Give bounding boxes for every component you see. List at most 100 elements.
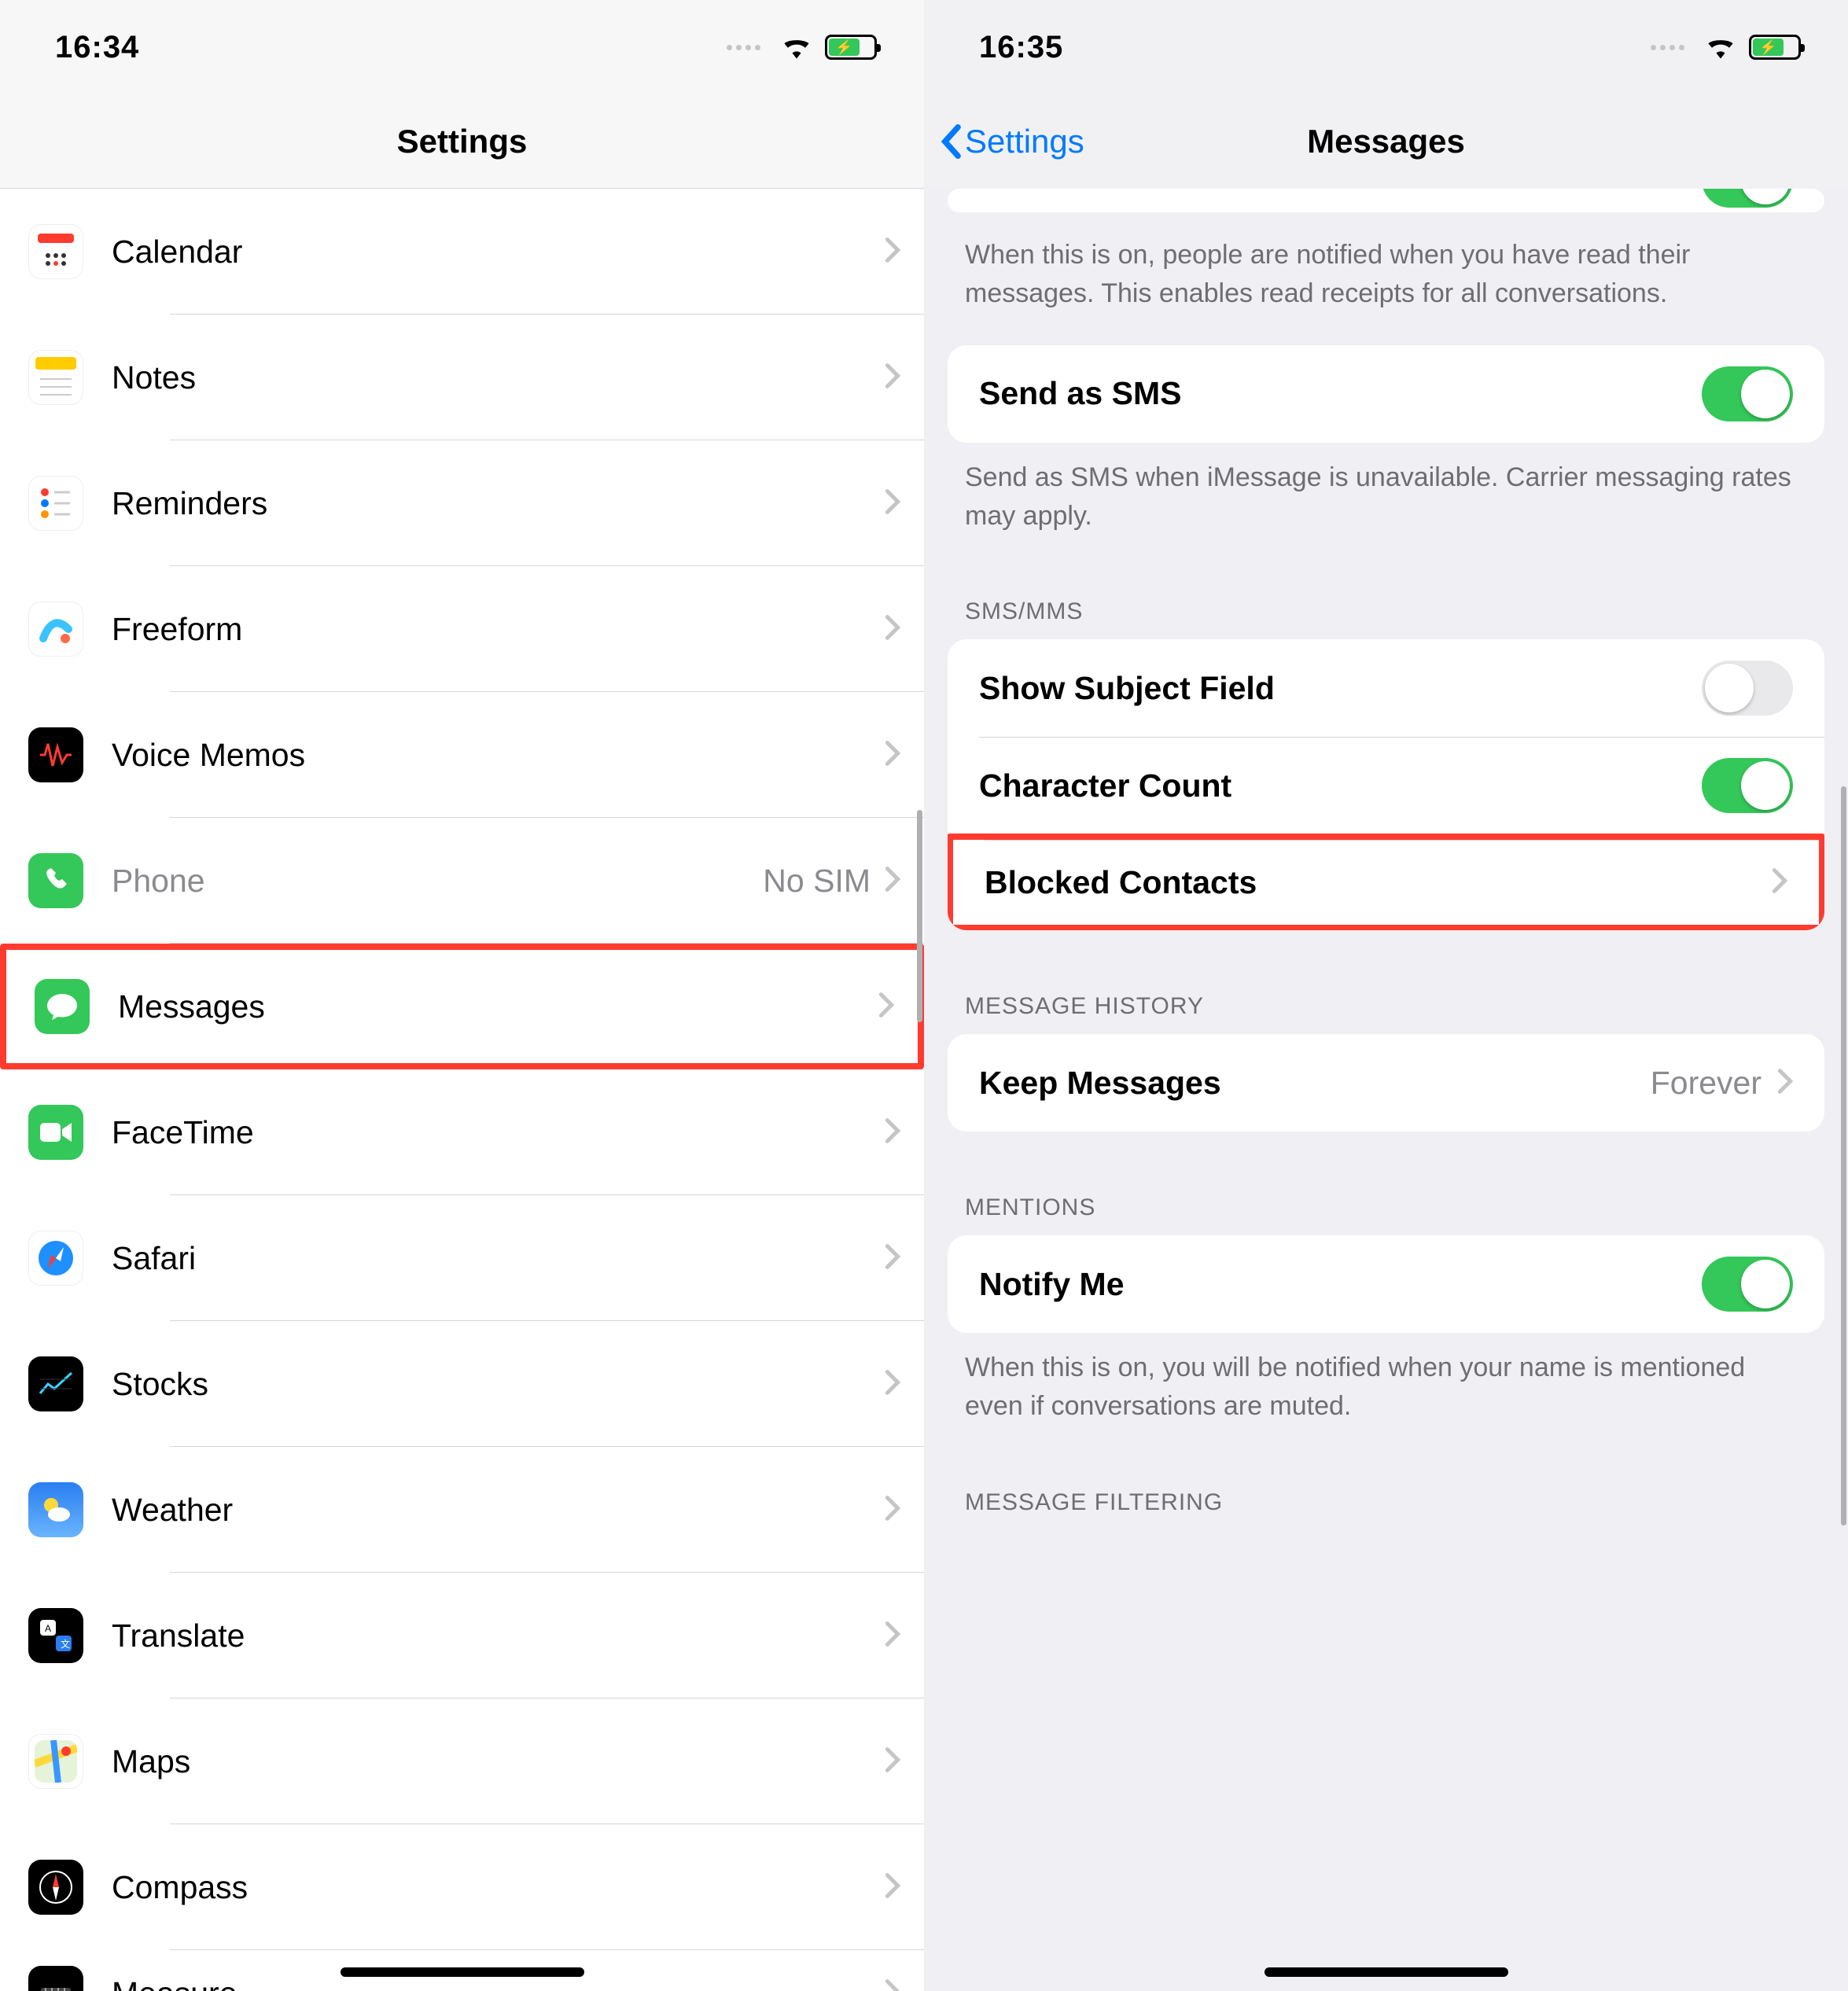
back-label: Settings bbox=[965, 123, 1084, 160]
row-calendar[interactable]: Calendar bbox=[0, 189, 924, 315]
chevron-right-icon bbox=[885, 866, 900, 896]
notes-icon bbox=[28, 350, 83, 405]
show-subject-toggle[interactable] bbox=[1702, 661, 1793, 716]
send-as-sms-card: Send as SMS bbox=[948, 345, 1824, 443]
read-receipts-toggle-peek bbox=[948, 189, 1824, 212]
svg-text:A: A bbox=[45, 1623, 51, 1634]
back-button[interactable]: Settings bbox=[940, 123, 1084, 160]
row-messages[interactable]: Messages bbox=[0, 944, 924, 1069]
row-label: Notes bbox=[112, 359, 885, 396]
home-indicator[interactable] bbox=[341, 1967, 584, 1977]
chevron-right-icon bbox=[885, 488, 900, 519]
row-label: Compass bbox=[112, 1869, 885, 1906]
character-count-toggle[interactable] bbox=[1702, 758, 1793, 813]
chevron-right-icon bbox=[885, 1621, 900, 1651]
messages-settings-screen: 16:35 ⚡ Settings Messages When this is o… bbox=[924, 0, 1848, 1991]
row-keep-messages[interactable]: Keep Messages Forever bbox=[948, 1034, 1824, 1132]
chevron-right-icon bbox=[885, 1495, 900, 1525]
status-time: 16:35 bbox=[979, 30, 1063, 65]
mentions-card: Notify Me bbox=[948, 1235, 1824, 1333]
wifi-icon bbox=[779, 32, 814, 63]
status-bar: 16:34 ⚡ bbox=[0, 0, 924, 94]
measure-icon bbox=[28, 1966, 83, 1991]
chevron-right-icon bbox=[885, 1117, 900, 1148]
row-stocks[interactable]: Stocks bbox=[0, 1321, 924, 1447]
translate-icon: A文 bbox=[28, 1608, 83, 1663]
weather-icon bbox=[28, 1482, 83, 1537]
row-show-subject[interactable]: Show Subject Field bbox=[948, 639, 1824, 737]
row-label: Maps bbox=[112, 1743, 885, 1780]
row-label: Send as SMS bbox=[979, 375, 1702, 412]
notify-me-footer: When this is on, you will be notified wh… bbox=[924, 1333, 1848, 1458]
row-label: Blocked Contacts bbox=[985, 864, 1772, 901]
chevron-right-icon bbox=[1772, 867, 1787, 898]
svg-text:文: 文 bbox=[61, 1638, 70, 1650]
settings-list[interactable]: Calendar Notes Reminders F bbox=[0, 189, 924, 1991]
row-label: FaceTime bbox=[112, 1114, 885, 1151]
row-voice-memos[interactable]: Voice Memos bbox=[0, 692, 924, 818]
chevron-right-icon bbox=[885, 1369, 900, 1400]
page-title: Settings bbox=[397, 123, 528, 160]
row-reminders[interactable]: Reminders bbox=[0, 440, 924, 566]
row-label: Messages bbox=[118, 988, 878, 1025]
battery-icon: ⚡ bbox=[1749, 35, 1801, 60]
chevron-right-icon bbox=[878, 992, 894, 1022]
row-label: Weather bbox=[112, 1492, 885, 1529]
chevron-right-icon bbox=[1777, 1068, 1793, 1099]
row-freeform[interactable]: Freeform bbox=[0, 566, 924, 692]
scroll-indicator[interactable] bbox=[917, 810, 922, 1022]
freeform-icon bbox=[28, 602, 83, 657]
row-translate[interactable]: A文 Translate bbox=[0, 1573, 924, 1698]
voice-memos-icon bbox=[28, 727, 83, 782]
facetime-icon bbox=[28, 1105, 83, 1160]
row-maps[interactable]: Maps bbox=[0, 1698, 924, 1824]
history-card: Keep Messages Forever bbox=[948, 1034, 1824, 1132]
phone-icon bbox=[28, 853, 83, 908]
messages-icon bbox=[35, 979, 90, 1034]
chevron-right-icon bbox=[885, 1746, 900, 1777]
maps-icon bbox=[28, 1734, 83, 1789]
row-character-count[interactable]: Character Count bbox=[948, 737, 1824, 834]
scroll-indicator[interactable] bbox=[1841, 786, 1846, 1525]
calendar-icon bbox=[28, 224, 83, 279]
row-send-as-sms[interactable]: Send as SMS bbox=[948, 345, 1824, 443]
row-notify-me[interactable]: Notify Me bbox=[948, 1235, 1824, 1333]
chevron-right-icon bbox=[885, 1978, 900, 1991]
status-bar: 16:35 ⚡ bbox=[924, 0, 1848, 94]
row-label: Keep Messages bbox=[979, 1065, 1651, 1102]
row-label: Calendar bbox=[112, 234, 885, 270]
row-label: Phone bbox=[112, 863, 763, 900]
row-weather[interactable]: Weather bbox=[0, 1447, 924, 1573]
row-label: Stocks bbox=[112, 1366, 885, 1403]
row-facetime[interactable]: FaceTime bbox=[0, 1069, 924, 1195]
status-icons: ⚡ bbox=[727, 32, 877, 63]
messages-content[interactable]: When this is on, people are notified whe… bbox=[924, 189, 1848, 1991]
section-header-history: MESSAGE HISTORY bbox=[924, 930, 1848, 1034]
read-receipts-toggle[interactable] bbox=[1702, 189, 1793, 208]
chevron-right-icon bbox=[885, 1872, 900, 1903]
settings-screen: 16:34 ⚡ Settings Calendar bbox=[0, 0, 924, 1991]
send-as-sms-toggle[interactable] bbox=[1702, 366, 1793, 421]
page-title: Messages bbox=[1307, 123, 1465, 160]
row-label: Character Count bbox=[979, 767, 1702, 804]
chevron-right-icon bbox=[885, 740, 900, 771]
compass-icon bbox=[28, 1860, 83, 1915]
status-icons: ⚡ bbox=[1651, 32, 1801, 63]
chevron-right-icon bbox=[885, 363, 900, 393]
row-label: Translate bbox=[112, 1617, 885, 1654]
row-notes[interactable]: Notes bbox=[0, 315, 924, 440]
reminders-icon bbox=[28, 476, 83, 531]
home-indicator[interactable] bbox=[1265, 1967, 1508, 1977]
row-compass[interactable]: Compass bbox=[0, 1824, 924, 1950]
row-blocked-contacts[interactable]: Blocked Contacts bbox=[948, 834, 1824, 930]
row-label: Measure bbox=[112, 1975, 885, 1991]
safari-icon bbox=[28, 1231, 83, 1286]
read-receipts-footer: When this is on, people are notified whe… bbox=[924, 220, 1848, 345]
row-phone[interactable]: Phone No SIM bbox=[0, 818, 924, 944]
wifi-icon bbox=[1703, 32, 1738, 63]
status-time: 16:34 bbox=[55, 30, 139, 65]
sms-card: Show Subject Field Character Count Block… bbox=[948, 639, 1824, 930]
notify-me-toggle[interactable] bbox=[1702, 1257, 1793, 1312]
row-safari[interactable]: Safari bbox=[0, 1195, 924, 1321]
cell-signal-dots-icon bbox=[1651, 45, 1684, 50]
